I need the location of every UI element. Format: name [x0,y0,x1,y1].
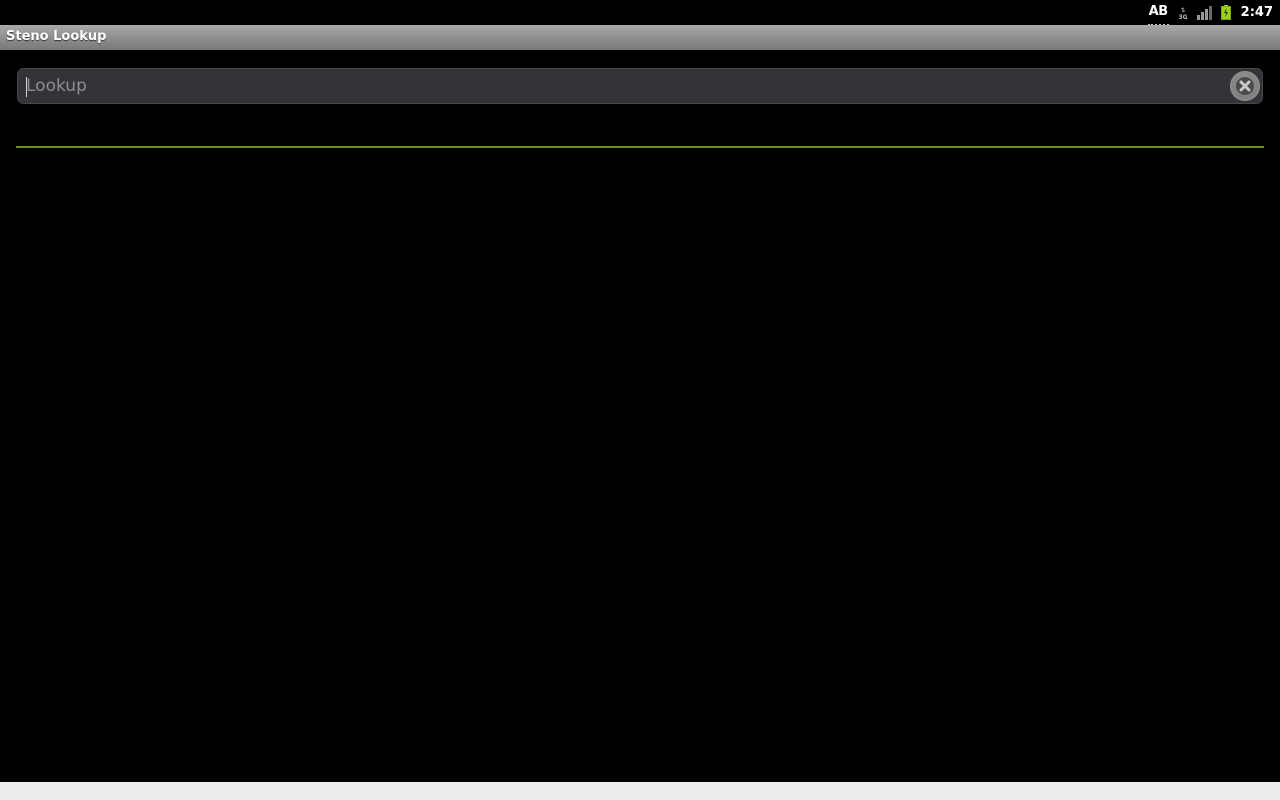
app-title: Steno Lookup [6,29,107,44]
bottom-bar [0,782,1280,800]
signal-icon [1196,0,1213,25]
clear-button[interactable] [1230,71,1260,101]
battery-icon [1220,0,1231,25]
status-icons: AB ⇅ 3G 2:47 [1147,0,1280,26]
svg-text:⇅: ⇅ [1180,7,1185,14]
clear-x-icon [1236,77,1254,95]
lookup-input[interactable] [26,69,1216,103]
clock: 2:47 [1240,5,1273,20]
results-divider [16,146,1264,148]
svg-text:3G: 3G [1178,14,1187,20]
data-3g-icon: ⇅ 3G [1177,0,1189,25]
keyboard-ab-icon: AB [1147,0,1169,26]
search-box [17,68,1263,104]
app-title-bar: Steno Lookup [0,25,1280,50]
status-bar: AB ⇅ 3G 2:47 [0,0,1280,26]
